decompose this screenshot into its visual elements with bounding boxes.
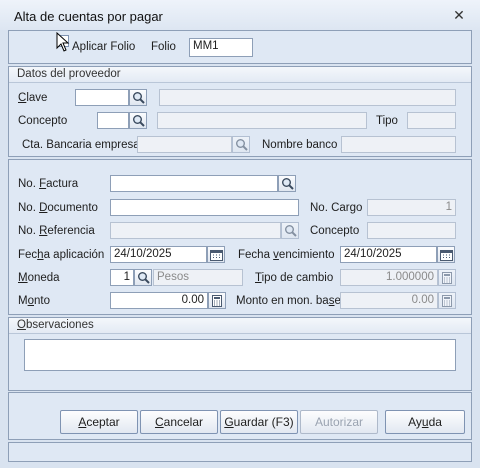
magnifier-icon (137, 272, 150, 284)
no-referencia-field (110, 222, 281, 239)
documento-concepto-label: Concepto (310, 225, 360, 237)
guardar-button[interactable]: Guardar (F3) (220, 410, 298, 434)
cta-bancaria-search-button[interactable] (232, 136, 250, 153)
cta-bancaria-label: Cta. Bancaria empresa (22, 139, 140, 151)
no-referencia-search-button[interactable] (281, 222, 299, 239)
nombre-banco-field (341, 136, 456, 153)
clave-name-field (159, 89, 456, 106)
concepto-label: Concepto (18, 115, 68, 127)
magnifier-icon (281, 178, 294, 190)
magnifier-icon (132, 115, 145, 127)
monto-base-label: Monto en mon. base (236, 295, 341, 307)
concepto-desc-field (157, 112, 367, 129)
calculator-icon (442, 271, 452, 284)
no-referencia-label: No. Referencia (18, 225, 95, 237)
no-factura-input[interactable] (110, 175, 278, 192)
status-bar (8, 442, 472, 462)
magnifier-icon (284, 225, 297, 237)
tipo-cambio-field: 1.000000 (340, 269, 438, 286)
autorizar-button[interactable]: Autorizar (300, 410, 378, 434)
monto-base-calculator-button[interactable] (438, 292, 456, 309)
moneda-search-button[interactable] (134, 269, 152, 286)
no-cargo-field: 1 (367, 199, 456, 216)
monto-calculator-button[interactable] (208, 292, 226, 309)
no-factura-label: No. Factura (18, 178, 79, 190)
calendar-icon (209, 249, 223, 261)
no-documento-label: No. Documento (18, 202, 98, 214)
moneda-name-field: Pesos (153, 269, 243, 286)
concepto-input[interactable] (97, 112, 129, 129)
proveedor-group-header: Datos del proveedor (9, 67, 471, 83)
calculator-icon (212, 294, 222, 307)
tipo-cambio-calculator-button[interactable] (438, 269, 456, 286)
nombre-banco-label: Nombre banco (262, 139, 338, 151)
calculator-icon (442, 294, 452, 307)
documento-concepto-field (367, 222, 456, 239)
window-title: Alta de cuentas por pagar (14, 9, 163, 24)
concepto-search-button[interactable] (129, 112, 147, 129)
moneda-input[interactable]: 1 (110, 269, 134, 286)
observaciones-group-header: Observaciones (9, 318, 471, 334)
monto-input[interactable]: 0.00 (110, 292, 208, 309)
cta-bancaria-field (137, 136, 232, 153)
fecha-vencimiento-calendar-button[interactable] (437, 246, 455, 263)
fecha-aplicacion-input[interactable]: 24/10/2025 (110, 246, 207, 263)
folio-label: Folio (151, 41, 176, 53)
clave-label: Clave (18, 92, 48, 104)
calendar-icon (439, 249, 453, 261)
magnifier-icon (132, 92, 145, 104)
observaciones-group-title: Observaciones (17, 319, 94, 331)
fecha-aplicacion-calendar-button[interactable] (207, 246, 225, 263)
tipo-label: Tipo (376, 115, 398, 127)
tipo-field (407, 112, 456, 129)
clave-input[interactable] (75, 89, 129, 106)
tipo-cambio-label: Tipo de cambio (255, 272, 334, 284)
magnifier-icon (235, 139, 248, 151)
cancelar-button[interactable]: Cancelar (140, 410, 218, 434)
proveedor-group-title: Datos del proveedor (17, 68, 121, 80)
close-icon[interactable]: ✕ (452, 8, 466, 22)
fecha-vencimiento-input[interactable]: 24/10/2025 (340, 246, 437, 263)
no-cargo-label: No. Cargo (310, 202, 363, 214)
clave-search-button[interactable] (129, 89, 147, 106)
moneda-label: Moneda (18, 272, 60, 284)
folio-field[interactable]: MM1 (189, 38, 253, 57)
no-factura-search-button[interactable] (278, 175, 296, 192)
monto-base-field: 0.00 (340, 292, 438, 309)
ayuda-button[interactable]: Ayuda (385, 410, 465, 434)
fecha-aplicacion-label: Fecha aplicación (18, 249, 105, 261)
monto-label: Monto (18, 295, 50, 307)
observaciones-textarea[interactable] (24, 339, 456, 371)
no-documento-input[interactable] (110, 199, 299, 216)
fecha-vencimiento-label: Fecha vencimiento (238, 249, 335, 261)
aceptar-button[interactable]: Aceptar (60, 410, 138, 434)
aplicar-folio-label[interactable]: Aplicar Folio (72, 41, 135, 53)
mouse-cursor-icon (56, 32, 70, 52)
